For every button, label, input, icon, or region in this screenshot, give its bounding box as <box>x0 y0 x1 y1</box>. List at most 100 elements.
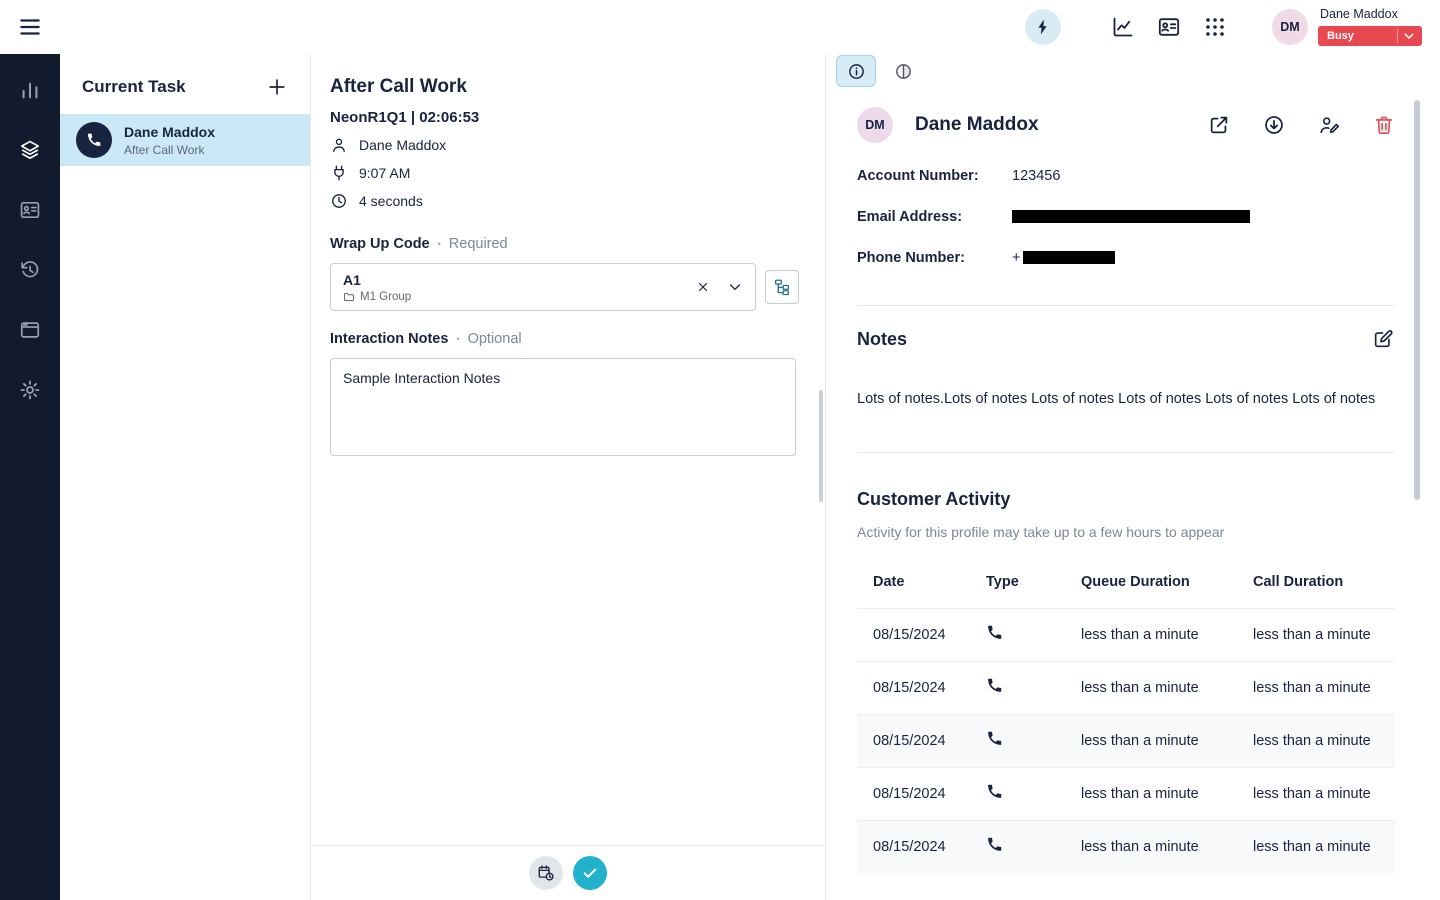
lightning-icon <box>1034 18 1052 36</box>
nav-contacts[interactable] <box>0 180 60 240</box>
activity-date: 08/15/2024 <box>857 714 970 767</box>
edit-contact-icon[interactable] <box>1318 114 1340 136</box>
status-dropdown[interactable]: Busy <box>1318 26 1422 46</box>
wrapup-code: A1 <box>343 272 687 288</box>
acw-duration: 4 seconds <box>359 193 423 209</box>
activity-call-duration: less than a minute <box>1237 608 1395 661</box>
top-bar: DM Dane Maddox Busy <box>0 0 1440 54</box>
task-list-item[interactable]: Dane Maddox After Call Work <box>60 114 310 166</box>
phone-icon <box>986 677 1003 694</box>
customer-activity-title: Customer Activity <box>857 489 1010 510</box>
notes-header: Notes <box>827 306 1440 350</box>
current-task-header: Current Task <box>60 54 310 114</box>
acw-title: After Call Work <box>330 76 805 98</box>
wrapup-tree-button[interactable] <box>765 270 799 304</box>
activity-date: 08/15/2024 <box>857 767 970 820</box>
check-icon <box>581 864 599 882</box>
phone-icon <box>986 783 1003 800</box>
activity-date: 08/15/2024 <box>857 661 970 714</box>
phone-label: Phone Number: <box>857 250 1012 266</box>
open-external-icon[interactable] <box>1208 114 1230 136</box>
activity-call-duration: less than a minute <box>1237 661 1395 714</box>
interactions-bolt-button[interactable] <box>1025 9 1061 45</box>
activity-row[interactable]: 08/15/2024 less than a minute less than … <box>857 820 1395 873</box>
nav-interactions[interactable] <box>0 120 60 180</box>
phone-icon <box>986 836 1003 853</box>
folder-icon <box>343 291 355 303</box>
interaction-notes-input[interactable]: Sample Interaction Notes <box>330 358 796 456</box>
performance-chart-button[interactable] <box>1111 15 1135 39</box>
phone-icon <box>986 730 1003 747</box>
left-nav-rail <box>0 54 60 900</box>
nav-performance[interactable] <box>0 60 60 120</box>
profile-avatar: DM <box>857 107 893 143</box>
bullet: • <box>438 239 441 249</box>
after-call-work-panel: After Call Work NeonR1Q1 | 02:06:53 Dane… <box>311 54 826 900</box>
task-item-text: Dane Maddox After Call Work <box>124 124 215 157</box>
profile-header: DM Dane Maddox <box>827 87 1440 143</box>
wrapup-label: Wrap Up Code <box>330 236 430 252</box>
activity-row[interactable]: 08/15/2024 less than a minute less than … <box>857 714 1395 767</box>
activity-call-duration: less than a minute <box>1237 714 1395 767</box>
activity-type-cell <box>970 820 1065 873</box>
interaction-notes-requirement: Optional <box>468 331 522 347</box>
col-type: Type <box>970 564 1065 609</box>
activity-queue-duration: less than a minute <box>1065 820 1237 873</box>
profile-initials: DM <box>865 118 884 132</box>
complete-acw-button[interactable] <box>573 856 607 890</box>
contact-row: Dane Maddox <box>330 136 805 154</box>
wrapup-selected-value: A1 M1 Group <box>343 272 687 303</box>
bullet: • <box>456 334 459 344</box>
nav-settings[interactable] <box>0 360 60 420</box>
profile-scrollbar-thumb[interactable] <box>1414 100 1420 500</box>
activity-type-cell <box>970 661 1065 714</box>
contact-card-icon <box>19 199 41 221</box>
activity-row[interactable]: 08/15/2024 less than a minute less than … <box>857 608 1395 661</box>
tab-profile-info[interactable] <box>836 55 876 87</box>
delete-contact-icon[interactable] <box>1373 114 1395 136</box>
activity-type-cell <box>970 767 1065 820</box>
activity-type-cell <box>970 714 1065 767</box>
activity-call-duration: less than a minute <box>1237 820 1395 873</box>
contact-name: Dane Maddox <box>359 137 446 153</box>
plug-icon <box>330 164 348 182</box>
call-avatar <box>76 122 112 158</box>
tab-profile-compare[interactable] <box>885 55 921 87</box>
person-icon <box>330 136 348 154</box>
activity-table-body: 08/15/2024 less than a minute less than … <box>857 608 1395 873</box>
task-state: After Call Work <box>124 143 215 157</box>
add-task-icon[interactable] <box>266 76 288 98</box>
activity-row[interactable]: 08/15/2024 less than a minute less than … <box>857 767 1395 820</box>
activity-row[interactable]: 08/15/2024 less than a minute less than … <box>857 661 1395 714</box>
acw-footer <box>311 845 825 900</box>
directory-card-button[interactable] <box>1157 15 1181 39</box>
activity-call-duration: less than a minute <box>1237 767 1395 820</box>
activity-queue-duration: less than a minute <box>1065 661 1237 714</box>
wrapup-requirement: Required <box>449 236 508 252</box>
schedule-callback-button[interactable] <box>529 856 563 890</box>
phone-icon <box>986 624 1003 641</box>
nav-history[interactable] <box>0 240 60 300</box>
edit-notes-icon[interactable] <box>1372 328 1394 350</box>
user-avatar[interactable]: DM <box>1272 9 1308 45</box>
apps-grid-button[interactable] <box>1203 15 1227 39</box>
wrapup-label-row: Wrap Up Code • Required <box>330 236 805 252</box>
nav-browser[interactable] <box>0 300 60 360</box>
acw-scrollbar-thumb[interactable] <box>819 390 823 502</box>
customer-activity-subtitle: Activity for this profile may take up to… <box>827 510 1440 540</box>
user-initials: DM <box>1280 20 1299 34</box>
download-icon[interactable] <box>1263 114 1285 136</box>
phone-value-prefix: + <box>1012 250 1020 266</box>
redacted-email-bar <box>1012 210 1250 223</box>
menu-icon[interactable] <box>17 14 43 40</box>
wrapup-group-row: M1 Group <box>343 291 687 303</box>
current-task-title: Current Task <box>82 77 186 97</box>
customer-activity-header: Customer Activity <box>827 453 1440 510</box>
wrapup-code-select[interactable]: A1 M1 Group <box>330 263 756 311</box>
current-task-panel: Current Task Dane Maddox After Call Work <box>60 54 311 900</box>
clear-wrapup-icon[interactable] <box>687 271 719 303</box>
activity-queue-duration: less than a minute <box>1065 767 1237 820</box>
start-time: 9:07 AM <box>359 165 410 181</box>
email-row: Email Address: <box>857 196 1395 237</box>
wrapup-chevron-icon[interactable] <box>719 271 751 303</box>
